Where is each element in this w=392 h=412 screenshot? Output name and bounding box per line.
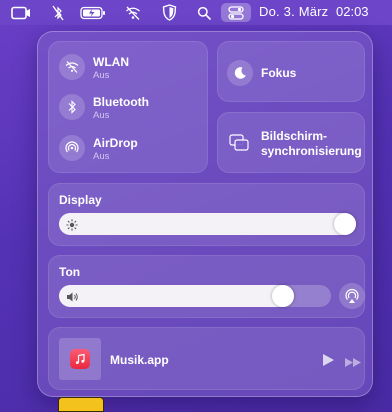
airdrop-icon: [59, 135, 85, 161]
play-icon: [323, 354, 334, 366]
menubar-date[interactable]: Do. 3. März: [259, 4, 328, 19]
wifi-off-icon[interactable]: [124, 3, 142, 22]
bluetooth-label: Bluetooth: [93, 95, 149, 109]
moon-icon: [227, 60, 253, 86]
wlan-label: WLAN: [93, 55, 129, 69]
music-app-icon: [70, 349, 90, 369]
brightness-icon: [66, 218, 78, 236]
wlan-status: Aus: [93, 70, 110, 81]
airplay-audio-icon: [345, 288, 359, 303]
bluetooth-off-icon[interactable]: [50, 3, 66, 22]
display-brightness-slider[interactable]: [59, 213, 356, 235]
sound-slider-fill: [59, 285, 294, 307]
bluetooth-status: Aus: [93, 110, 110, 121]
fast-forward-icon: [345, 358, 361, 367]
shield-icon[interactable]: [160, 3, 178, 22]
display-slider-fill: [59, 213, 356, 235]
album-artwork[interactable]: [59, 338, 101, 380]
sound-label: Ton: [59, 265, 81, 279]
sound-tile: Ton: [48, 255, 365, 318]
wifi-off-icon: [59, 54, 85, 80]
focus-tile[interactable]: Fokus: [217, 41, 365, 102]
display-label: Display: [59, 193, 102, 207]
airdrop-toggle[interactable]: AirDrop Aus: [49, 126, 207, 170]
airdrop-status: Aus: [93, 151, 110, 162]
airplay-audio-button[interactable]: [339, 283, 365, 309]
focus-label: Fokus: [261, 66, 297, 80]
sound-slider-knob[interactable]: [271, 285, 294, 307]
airdrop-label: AirDrop: [93, 136, 138, 150]
control-center-icon[interactable]: [221, 3, 251, 22]
control-center-panel: WLAN Aus Bluetooth Aus AirDrop Aus Fokus: [37, 31, 373, 397]
bluetooth-icon: [59, 94, 85, 120]
sound-volume-slider[interactable]: [59, 285, 331, 307]
display-tile: Display: [48, 183, 365, 246]
menu-bar: Do. 3. März 02:03: [0, 0, 392, 25]
play-button[interactable]: [322, 353, 335, 372]
menubar-time[interactable]: 02:03: [336, 4, 369, 19]
now-playing-tile: Musik.app: [48, 327, 365, 390]
now-playing-title[interactable]: Musik.app: [110, 353, 169, 367]
screen-mirroring-label-line1: Bildschirm-: [261, 129, 328, 143]
screen-mirroring-tile[interactable]: Bildschirm- synchronisierung: [217, 112, 365, 173]
spotlight-search-icon[interactable]: [196, 3, 212, 22]
next-track-button[interactable]: [344, 355, 362, 373]
screen-mirroring-icon: [229, 134, 249, 157]
screen-mirroring-icon[interactable]: [10, 3, 32, 22]
display-slider-knob[interactable]: [334, 213, 356, 235]
speaker-icon: [66, 290, 80, 308]
bluetooth-toggle[interactable]: Bluetooth Aus: [49, 84, 207, 126]
wlan-toggle[interactable]: WLAN Aus: [49, 42, 207, 84]
screen-mirroring-label-line2: synchronisierung: [261, 144, 362, 158]
connectivity-tile: WLAN Aus Bluetooth Aus AirDrop Aus: [48, 41, 208, 173]
dock-app-peek: [58, 397, 104, 412]
battery-icon[interactable]: [80, 3, 106, 22]
